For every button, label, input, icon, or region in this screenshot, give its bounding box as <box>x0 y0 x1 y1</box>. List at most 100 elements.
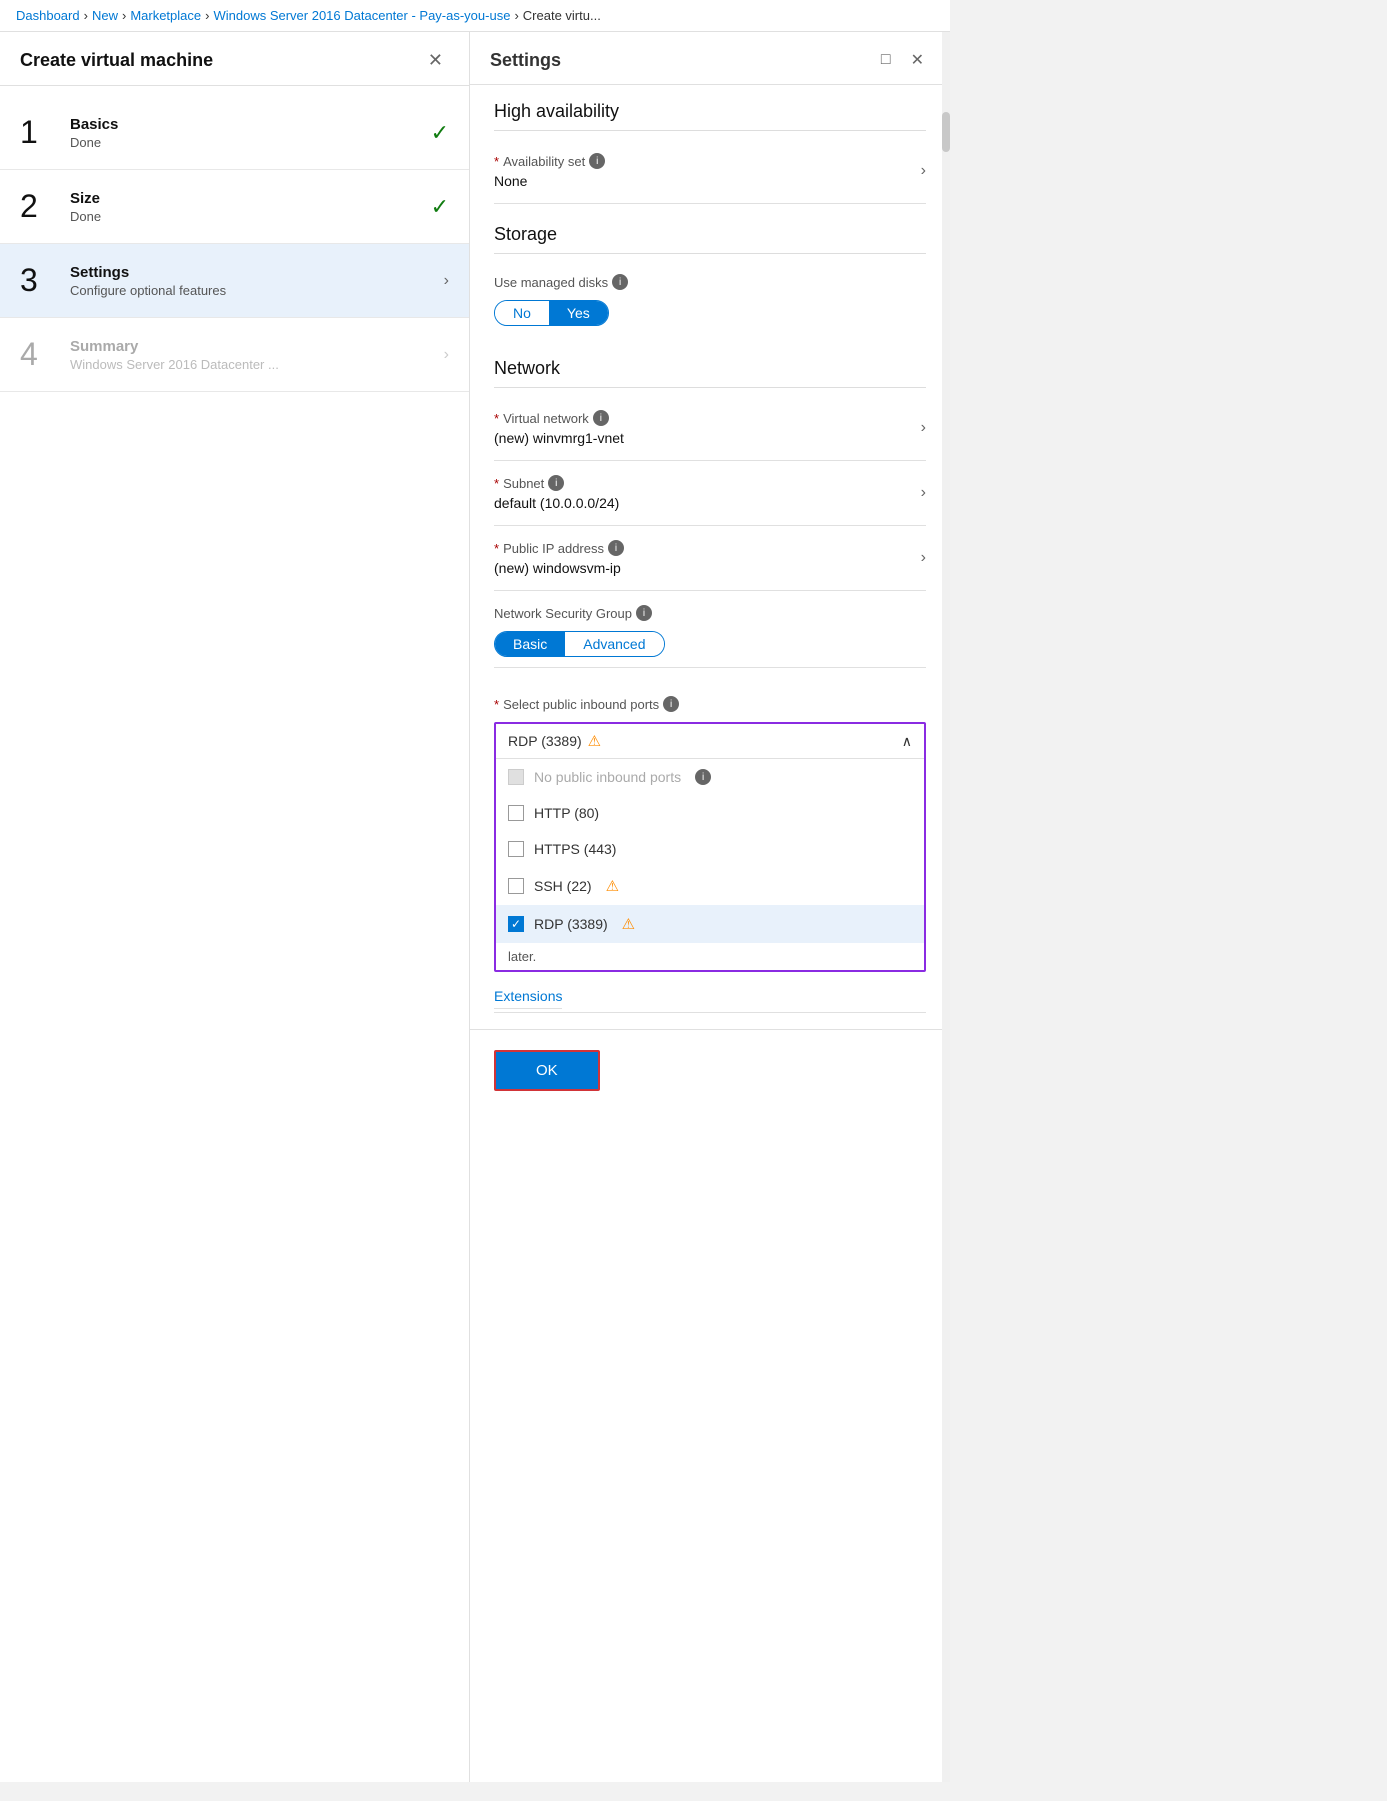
virtual-network-value: (new) winvmrg1-vnet <box>494 430 913 446</box>
dropdown-list: No public inbound ports i HTTP (80) <box>496 759 924 970</box>
dropdown-header[interactable]: RDP (3389) ⚠ ∧ <box>496 724 924 759</box>
dropdown-warning-icon: ⚠ <box>588 732 601 750</box>
storage-title: Storage <box>494 224 926 254</box>
step-4-title: Summary <box>70 338 444 355</box>
step-1-check-icon: ✓ <box>431 120 449 146</box>
step-1-subtitle: Done <box>70 135 431 150</box>
header-buttons: □ ✕ <box>875 48 930 72</box>
subnet-info-icon[interactable]: i <box>548 475 564 491</box>
extensions-label: Extensions <box>494 978 562 1009</box>
network-section: Network * Virtual network i (new) winvmr… <box>494 358 926 1013</box>
checkbox-ssh <box>508 878 524 894</box>
public-ip-content: * Public IP address i (new) windowsvm-ip <box>494 540 913 576</box>
panel-title: Create virtual machine <box>20 50 213 71</box>
dropdown-item-rdp[interactable]: ✓ RDP (3389) ⚠ <box>496 905 924 943</box>
availability-set-info-icon[interactable]: i <box>589 153 605 169</box>
public-ip-row[interactable]: * Public IP address i (new) windowsvm-ip… <box>494 526 926 591</box>
availability-set-row[interactable]: * Availability set i None › <box>494 139 926 204</box>
inbound-ports-field: * Select public inbound ports i RDP (338… <box>494 668 926 972</box>
subnet-row[interactable]: * Subnet i default (10.0.0.0/24) › <box>494 461 926 526</box>
dropdown-footer-text: later. <box>496 943 924 970</box>
managed-disks-label: Use managed disks i <box>494 274 926 290</box>
virtual-network-chevron-icon: › <box>921 419 926 437</box>
step-4-info: Summary Windows Server 2016 Datacenter .… <box>70 338 444 372</box>
step-2-title: Size <box>70 190 431 207</box>
ssh-warning-icon: ⚠ <box>606 877 619 895</box>
no-ports-info-icon[interactable]: i <box>695 769 711 785</box>
public-ip-info-icon[interactable]: i <box>608 540 624 556</box>
nsg-advanced-button[interactable]: Advanced <box>565 632 663 656</box>
dropdown-item-http[interactable]: HTTP (80) <box>496 795 924 831</box>
right-panel-header: Settings □ ✕ <box>470 32 950 85</box>
dropdown-item-https[interactable]: HTTPS (443) <box>496 831 924 867</box>
close-settings-button[interactable]: ✕ <box>905 48 930 72</box>
managed-disks-toggle: No Yes <box>494 300 609 326</box>
left-panel-header: Create virtual machine ✕ <box>0 32 469 86</box>
managed-disks-info-icon[interactable]: i <box>612 274 628 290</box>
step-3-arrow-icon: › <box>444 272 449 290</box>
step-1-number: 1 <box>20 114 70 151</box>
subnet-chevron-icon: › <box>921 484 926 502</box>
step-2-check-icon: ✓ <box>431 194 449 220</box>
toggle-no-button[interactable]: No <box>495 301 549 325</box>
maximize-button[interactable]: □ <box>875 48 897 72</box>
breadcrumb-marketplace[interactable]: Marketplace <box>130 8 201 23</box>
scrollbar-track <box>942 32 950 1782</box>
nsg-info-icon[interactable]: i <box>636 605 652 621</box>
rdp-warning-icon: ⚠ <box>622 915 635 933</box>
high-availability-section: High availability * Availability set i N… <box>494 101 926 204</box>
close-button[interactable]: ✕ <box>422 48 449 73</box>
availability-set-value: None <box>494 173 913 189</box>
step-2-subtitle: Done <box>70 209 431 224</box>
extensions-row[interactable]: Extensions <box>494 988 926 1013</box>
inbound-ports-label: * Select public inbound ports i <box>494 696 926 712</box>
virtual-network-info-icon[interactable]: i <box>593 410 609 426</box>
step-4-arrow-icon: › <box>444 346 449 364</box>
virtual-network-row[interactable]: * Virtual network i (new) winvmrg1-vnet … <box>494 396 926 461</box>
dropdown-item-ssh[interactable]: SSH (22) ⚠ <box>496 867 924 905</box>
nsg-basic-button[interactable]: Basic <box>495 632 565 656</box>
step-1[interactable]: 1 Basics Done ✓ <box>0 96 469 170</box>
step-3-subtitle: Configure optional features <box>70 283 444 298</box>
network-title: Network <box>494 358 926 388</box>
high-availability-title: High availability <box>494 101 926 131</box>
breadcrumb-dashboard[interactable]: Dashboard <box>16 8 80 23</box>
dropdown-item-no-ports[interactable]: No public inbound ports i <box>496 759 924 795</box>
breadcrumb-product[interactable]: Windows Server 2016 Datacenter - Pay-as-… <box>213 8 510 23</box>
step-3-number: 3 <box>20 262 70 299</box>
step-3-info: Settings Configure optional features <box>70 264 444 298</box>
availability-set-content: * Availability set i None <box>494 153 913 189</box>
step-2-number: 2 <box>20 188 70 225</box>
dropdown-header-text: RDP (3389) ⚠ <box>508 732 601 750</box>
step-2[interactable]: 2 Size Done ✓ <box>0 170 469 244</box>
step-4[interactable]: 4 Summary Windows Server 2016 Datacenter… <box>0 318 469 392</box>
checkbox-rdp: ✓ <box>508 916 524 932</box>
checkbox-https <box>508 841 524 857</box>
subnet-content: * Subnet i default (10.0.0.0/24) <box>494 475 913 511</box>
step-3[interactable]: 3 Settings Configure optional features › <box>0 244 469 318</box>
step-1-title: Basics <box>70 116 431 133</box>
ok-button[interactable]: OK <box>494 1050 600 1091</box>
dropdown-item-no-ports-label: No public inbound ports <box>534 769 681 785</box>
dropdown-selected-value: RDP (3389) <box>508 733 582 749</box>
inbound-ports-dropdown: RDP (3389) ⚠ ∧ No public inbound ports <box>494 722 926 972</box>
nsg-toggle-group: Basic Advanced <box>494 631 665 657</box>
right-panel: Settings □ ✕ High availability * Availab… <box>470 32 950 1782</box>
step-4-number: 4 <box>20 336 70 373</box>
steps-container: 1 Basics Done ✓ 2 Size Done ✓ 3 <box>0 86 469 402</box>
nsg-label: Network Security Group i <box>494 605 926 621</box>
availability-set-chevron-icon: › <box>921 162 926 180</box>
step-1-info: Basics Done <box>70 116 431 150</box>
dropdown-item-rdp-label: RDP (3389) <box>534 916 608 932</box>
scrollbar-thumb[interactable] <box>942 112 950 152</box>
managed-disks-field: Use managed disks i No Yes <box>494 262 926 338</box>
inbound-ports-info-icon[interactable]: i <box>663 696 679 712</box>
dropdown-item-https-label: HTTPS (443) <box>534 841 616 857</box>
settings-content: High availability * Availability set i N… <box>470 85 950 1029</box>
left-panel: Create virtual machine ✕ 1 Basics Done ✓… <box>0 32 470 1782</box>
breadcrumb-new[interactable]: New <box>92 8 118 23</box>
public-ip-value: (new) windowsvm-ip <box>494 560 913 576</box>
toggle-yes-button[interactable]: Yes <box>549 301 608 325</box>
dropdown-item-ssh-label: SSH (22) <box>534 878 592 894</box>
breadcrumb: Dashboard › New › Marketplace › Windows … <box>0 0 950 32</box>
